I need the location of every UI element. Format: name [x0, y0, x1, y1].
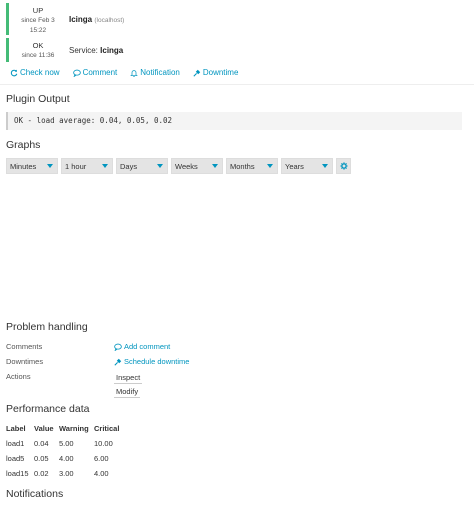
hour-select[interactable]: 1 hour [61, 158, 113, 174]
perf-header-warning: Warning [59, 424, 89, 433]
perf-cell-value: 0.05 [34, 454, 49, 463]
service-prefix: Service: [69, 46, 98, 55]
chevron-down-icon [212, 164, 218, 168]
host-object: Icinga (localhost) [69, 15, 124, 24]
days-select-value: Days [120, 161, 138, 171]
service-object: Service: Icinga [69, 46, 123, 55]
plug-icon [193, 69, 201, 77]
perf-cell-warning: 3.00 [59, 469, 74, 478]
perf-header-value: Value [34, 424, 54, 433]
chevron-down-icon [47, 164, 53, 168]
add-comment-label: Add comment [124, 342, 171, 351]
host-state-row[interactable]: UP since Feb 3 15:22 Icinga (localhost) [6, 3, 468, 35]
downtime-link[interactable]: Downtime [193, 68, 239, 77]
weeks-select[interactable]: Weeks [171, 158, 223, 174]
service-state-label: OK [32, 41, 44, 50]
comments-label: Comments [6, 342, 43, 351]
host-state-time: 15:22 [29, 27, 47, 34]
schedule-downtime-link[interactable]: Schedule downtime [114, 357, 189, 366]
host-state-label: UP [32, 6, 44, 15]
perf-cell-label: load5 [6, 454, 25, 463]
months-select[interactable]: Months [226, 158, 278, 174]
add-comment-link[interactable]: Add comment [114, 342, 170, 351]
perf-cell-warning: 5.00 [59, 439, 74, 448]
service-state-row[interactable]: OK since 11:36 Service: Icinga [6, 38, 468, 62]
perf-header-critical: Critical [94, 424, 120, 433]
minutes-select[interactable]: Minutes [6, 158, 58, 174]
graph-settings-button[interactable] [336, 158, 351, 174]
divider [0, 84, 474, 85]
service-name: Icinga [100, 46, 124, 55]
perf-cell-critical: 6.00 [94, 454, 109, 463]
notifications-heading: Notifications [6, 488, 64, 500]
actions-label: Actions [6, 372, 31, 381]
hour-select-value: 1 hour [65, 161, 87, 171]
plugin-output-heading: Plugin Output [6, 93, 70, 105]
graph-area [6, 178, 468, 314]
comment-icon [72, 69, 81, 77]
inspect-button[interactable]: Inspect [114, 372, 143, 384]
quick-actions: Check now Comment Notification Downtime [10, 68, 238, 77]
graph-timerange-controls: Minutes 1 hour Days Weeks Months Years [6, 158, 351, 174]
plug-icon [114, 358, 122, 366]
comment-label: Comment [82, 68, 118, 77]
host-state-block: UP since Feb 3 15:22 [12, 6, 64, 36]
notification-link[interactable]: Notification [130, 68, 180, 77]
perf-cell-critical: 4.00 [94, 469, 109, 478]
chevron-down-icon [102, 164, 108, 168]
months-select-value: Months [230, 161, 255, 171]
downtime-label: Downtime [202, 68, 239, 77]
service-state-indicator [6, 38, 9, 62]
service-state-since: since 11:36 [21, 52, 55, 59]
perf-header-label: Label [6, 424, 26, 433]
perf-cell-critical: 10.00 [94, 439, 113, 448]
host-name: Icinga [69, 15, 93, 24]
comment-link[interactable]: Comment [72, 68, 118, 77]
graphs-heading: Graphs [6, 139, 41, 151]
perf-cell-label: load15 [6, 469, 29, 478]
chevron-down-icon [157, 164, 163, 168]
gear-icon [339, 162, 348, 170]
minutes-select-value: Minutes [10, 161, 37, 171]
service-state-block: OK since 11:36 [12, 41, 64, 61]
actions-list: Inspect Modify [114, 372, 143, 398]
years-select-value: Years [285, 161, 304, 171]
performance-data-heading: Performance data [6, 403, 90, 415]
weeks-select-value: Weeks [175, 161, 198, 171]
bell-icon [130, 69, 139, 77]
plugin-output-text: OK - load average: 0.04, 0.05, 0.02 [6, 112, 462, 130]
check-now-link[interactable]: Check now [10, 68, 60, 77]
host-state-indicator [6, 3, 9, 35]
refresh-icon [10, 69, 18, 76]
notification-label: Notification [140, 68, 180, 77]
modify-button[interactable]: Modify [114, 386, 141, 398]
days-select[interactable]: Days [116, 158, 168, 174]
host-address: (localhost) [94, 17, 125, 24]
host-state-since: since Feb 3 [21, 17, 55, 24]
perf-cell-warning: 4.00 [59, 454, 74, 463]
comment-icon [114, 343, 122, 351]
perf-cell-value: 0.02 [34, 469, 49, 478]
downtimes-label: Downtimes [6, 357, 44, 366]
problem-handling-heading: Problem handling [6, 321, 88, 333]
schedule-downtime-label: Schedule downtime [124, 357, 190, 366]
perf-cell-value: 0.04 [34, 439, 49, 448]
years-select[interactable]: Years [281, 158, 333, 174]
chevron-down-icon [322, 164, 328, 168]
chevron-down-icon [267, 164, 273, 168]
perf-cell-label: load1 [6, 439, 25, 448]
check-now-label: Check now [20, 68, 60, 77]
